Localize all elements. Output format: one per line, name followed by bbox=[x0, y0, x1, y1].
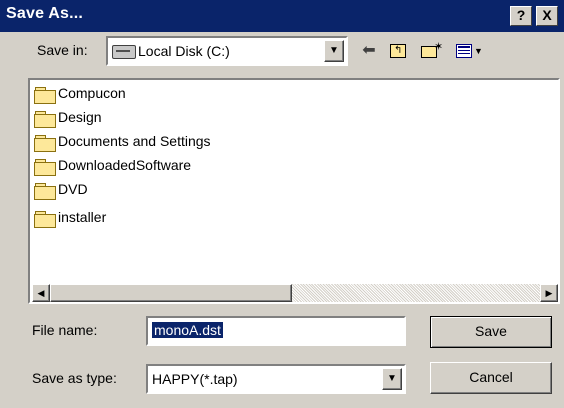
window-title: Save As... bbox=[6, 5, 84, 22]
folder-icon bbox=[34, 183, 56, 200]
save-in-dropdown-arrow[interactable]: ▼ bbox=[324, 40, 344, 62]
file-name-field[interactable]: monoA.dst bbox=[146, 316, 406, 346]
file-name-value: monoA.dst bbox=[152, 322, 223, 338]
back-button[interactable]: ⬅ bbox=[356, 40, 382, 62]
chevron-down-icon: ▼ bbox=[387, 373, 397, 384]
view-menu-icon bbox=[456, 44, 472, 58]
new-folder-button[interactable]: ✶ bbox=[418, 40, 446, 62]
help-button[interactable]: ? bbox=[510, 6, 532, 26]
save-button[interactable]: Save bbox=[430, 316, 552, 348]
folder-icon bbox=[34, 87, 56, 104]
save-as-type-dropdown-arrow[interactable]: ▼ bbox=[382, 368, 402, 390]
scroll-right-button[interactable]: ▶ bbox=[540, 284, 558, 302]
back-arrow-icon: ⬅ bbox=[362, 42, 376, 59]
folder-name: DVD bbox=[58, 181, 88, 197]
horizontal-scrollbar[interactable]: ◀ ▶ bbox=[32, 284, 558, 302]
folder-icon bbox=[34, 135, 56, 152]
folder-name: Documents and Settings bbox=[58, 133, 211, 149]
save-as-type-label: Save as type: bbox=[32, 370, 117, 386]
cancel-button[interactable]: Cancel bbox=[430, 362, 552, 394]
save-in-value: Local Disk (C:) bbox=[138, 43, 230, 59]
folder-name: Design bbox=[58, 109, 102, 125]
save-as-dialog: Save As... ? X Save in: Local Disk (C:) … bbox=[0, 0, 564, 408]
chevron-left-icon: ◀ bbox=[37, 288, 45, 298]
close-button[interactable]: X bbox=[536, 6, 558, 26]
save-in-label: Save in: bbox=[37, 42, 88, 58]
save-in-dropdown[interactable]: Local Disk (C:) ▼ bbox=[106, 36, 348, 66]
up-one-level-icon: ↰ bbox=[390, 44, 406, 58]
save-as-type-dropdown[interactable]: HAPPY(*.tap) ▼ bbox=[146, 364, 406, 394]
folder-name: installer bbox=[58, 209, 107, 225]
view-menu-arrow-icon: ▼ bbox=[474, 46, 483, 56]
scroll-left-button[interactable]: ◀ bbox=[32, 284, 50, 302]
folder-name: DownloadedSoftware bbox=[58, 157, 192, 173]
scrollbar-thumb[interactable] bbox=[50, 284, 292, 302]
up-one-level-button[interactable]: ↰ bbox=[386, 40, 412, 62]
folder-icon bbox=[34, 159, 56, 176]
file-name-label: File name: bbox=[32, 322, 98, 338]
folder-icon bbox=[34, 111, 56, 128]
chevron-down-icon: ▼ bbox=[329, 45, 339, 56]
sparkle-icon: ✶ bbox=[434, 41, 444, 53]
local-disk-drive-icon bbox=[112, 45, 136, 59]
save-as-type-value: HAPPY(*.tap) bbox=[152, 371, 238, 387]
file-list[interactable]: Compucon Design Documents and Settings D… bbox=[28, 78, 560, 304]
chevron-right-icon: ▶ bbox=[545, 288, 553, 298]
folder-icon bbox=[34, 211, 56, 228]
title-bar[interactable]: Save As... ? X bbox=[0, 0, 564, 32]
folder-name: Compucon bbox=[58, 85, 126, 101]
view-menu-button[interactable]: ▼ bbox=[454, 40, 488, 62]
